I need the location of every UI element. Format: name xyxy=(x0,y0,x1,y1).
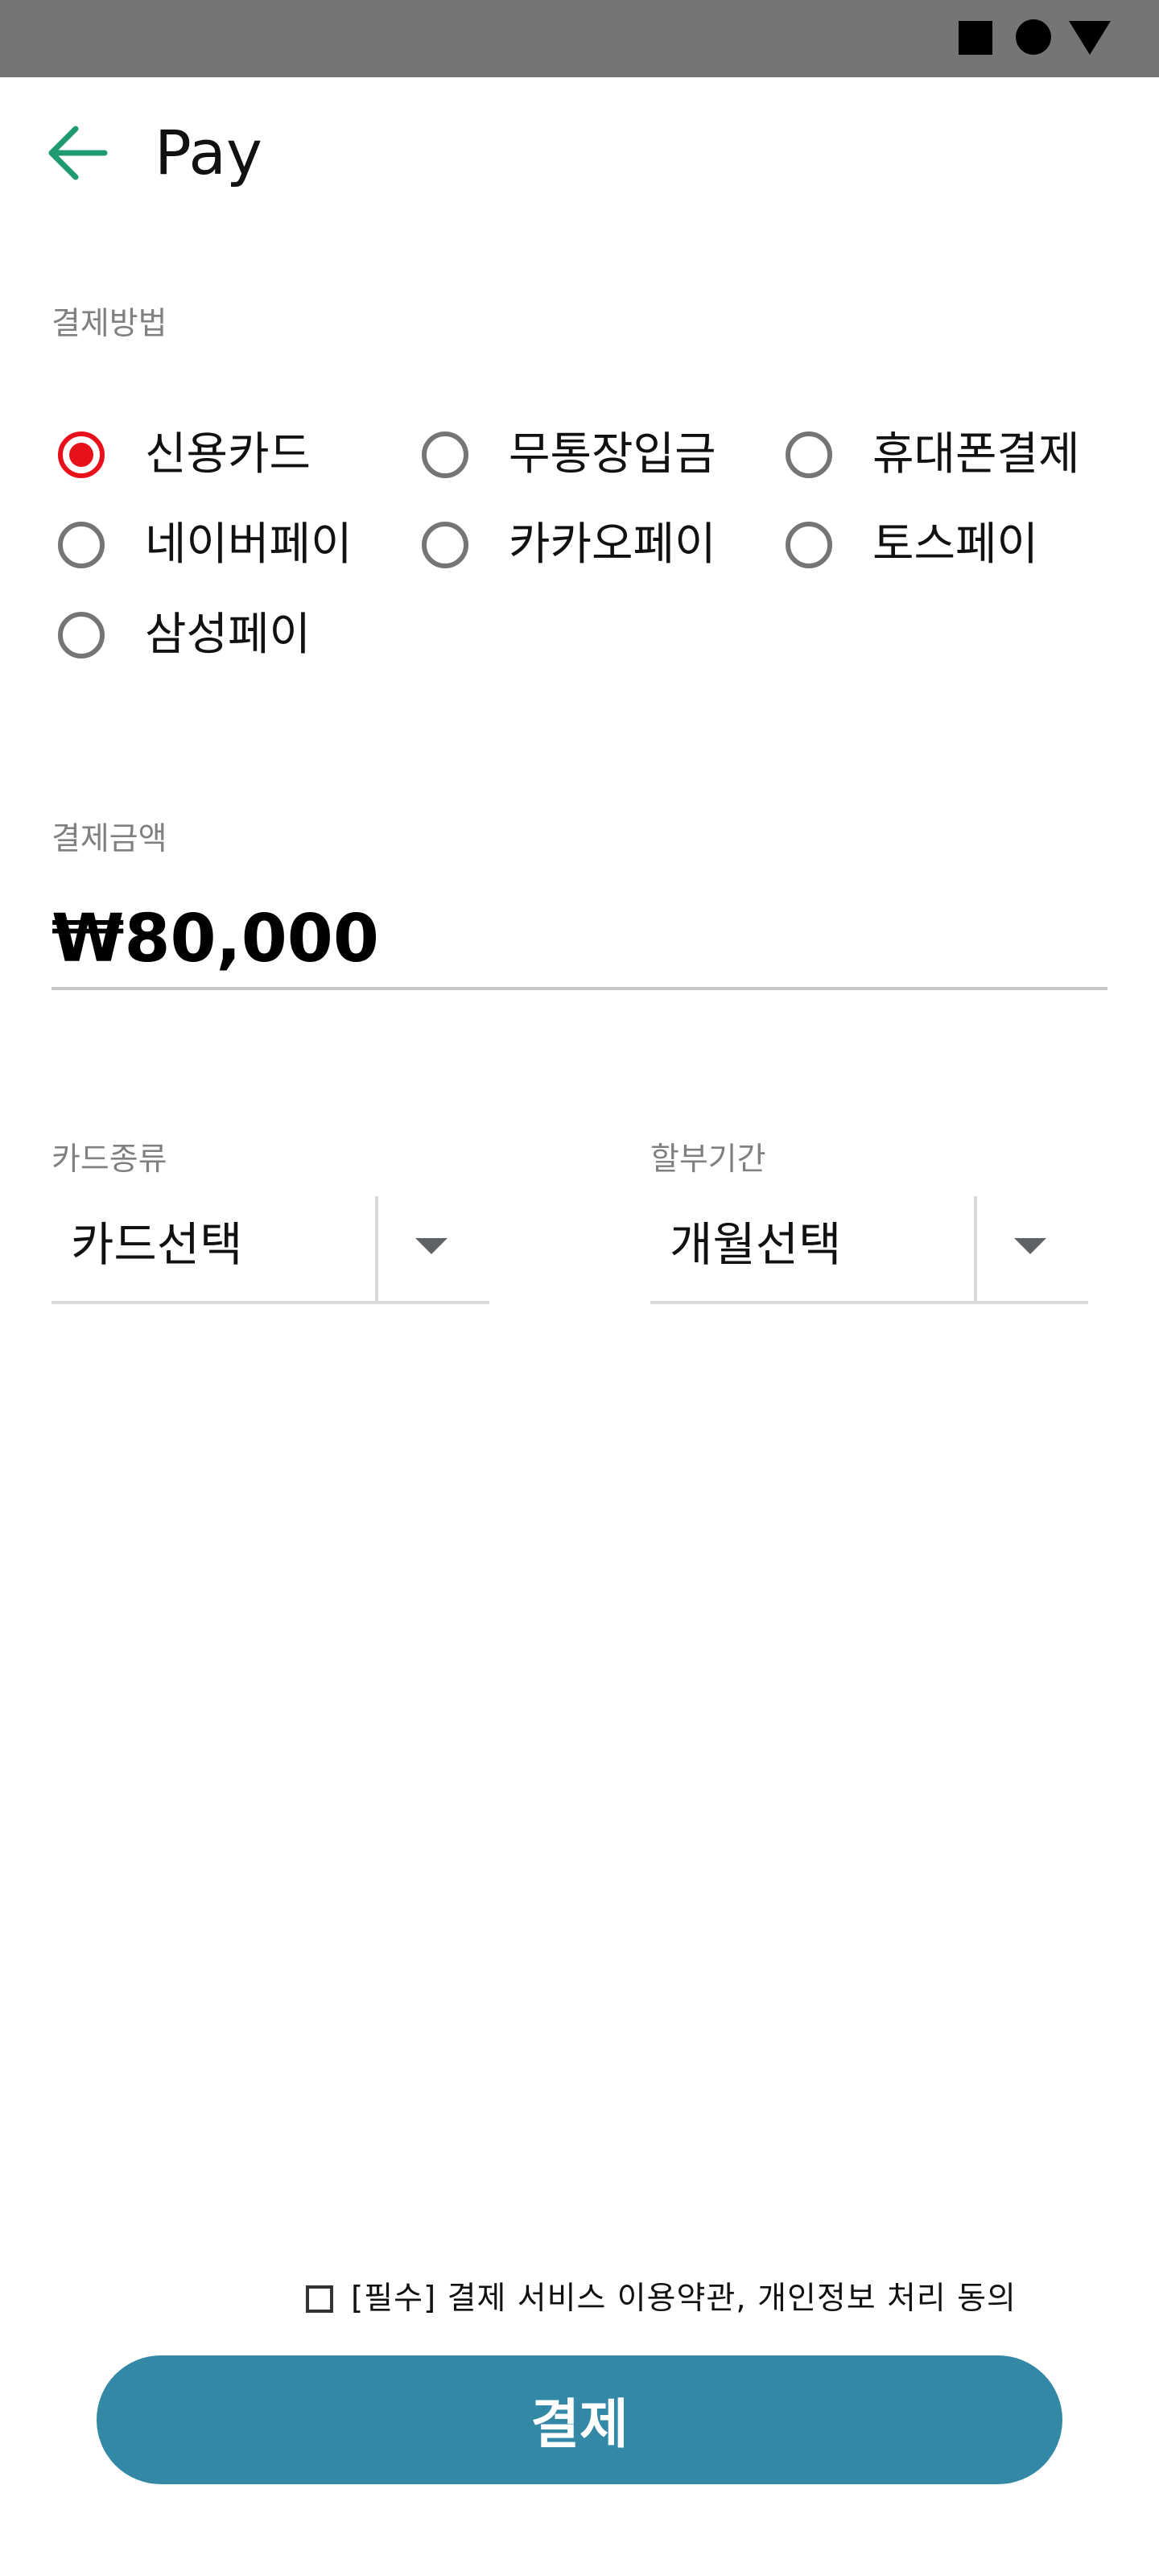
caret-down-icon xyxy=(415,1238,448,1254)
radio-label: 신용카드 xyxy=(145,428,311,481)
amount-underline xyxy=(52,987,1107,990)
radio-option-samsung-pay[interactable]: 삼성페이 xyxy=(58,599,311,671)
radio-label: 토스페이 xyxy=(872,518,1039,571)
radio-unchecked-icon xyxy=(58,612,105,658)
arrow-left-icon xyxy=(48,126,108,180)
agreement-row: [필수] 결제 서비스 이용약관, 개인정보 처리 동의 xyxy=(306,2275,1017,2323)
square-icon xyxy=(959,21,992,55)
caret-down-icon xyxy=(1014,1238,1046,1254)
radio-label: 네이버페이 xyxy=(145,518,353,571)
installment-dropdown[interactable]: 개월선택 xyxy=(650,1196,1088,1304)
radio-label: 휴대폰결제 xyxy=(872,428,1080,481)
radio-option-mobile-payment[interactable]: 휴대폰결제 xyxy=(786,419,1080,491)
card-type-dropdown[interactable]: 카드선택 xyxy=(52,1196,489,1304)
payment-method-label: 결제방법 xyxy=(52,306,167,342)
amount-value: ₩80,000 xyxy=(52,901,379,977)
triangle-icon xyxy=(1069,21,1111,55)
dropdown-divider xyxy=(375,1196,378,1301)
radio-checked-icon xyxy=(58,431,105,478)
installment-value: 개월선택 xyxy=(670,1217,842,1272)
radio-option-kakao-pay[interactable]: 카카오페이 xyxy=(422,509,716,581)
installment-label: 할부기간 xyxy=(650,1141,766,1178)
card-type-label: 카드종류 xyxy=(52,1141,167,1178)
radio-unchecked-icon xyxy=(58,522,105,568)
radio-label: 무통장입금 xyxy=(509,428,716,481)
card-type-value: 카드선택 xyxy=(71,1217,243,1272)
pay-button[interactable]: 결제 xyxy=(97,2355,1062,2484)
agreement-text: [필수] 결제 서비스 이용약관, 개인정보 처리 동의 xyxy=(351,2281,1017,2317)
payment-screen: Pay 결제방법 신용카드 무통장입금 휴대폰결제 네이버페이 카카오페이 토스… xyxy=(0,0,1159,2576)
radio-option-naver-pay[interactable]: 네이버페이 xyxy=(58,509,353,581)
page-title: Pay xyxy=(155,117,262,188)
radio-label: 카카오페이 xyxy=(509,518,716,571)
dropdown-divider xyxy=(974,1196,977,1301)
back-button[interactable] xyxy=(42,121,114,185)
amount-label: 결제금액 xyxy=(52,821,167,857)
radio-option-toss-pay[interactable]: 토스페이 xyxy=(786,509,1038,581)
radio-option-credit-card[interactable]: 신용카드 xyxy=(58,419,311,491)
circle-icon xyxy=(1016,19,1051,55)
radio-unchecked-icon xyxy=(786,522,832,568)
radio-unchecked-icon xyxy=(786,431,832,478)
agreement-checkbox[interactable] xyxy=(306,2285,333,2313)
radio-unchecked-icon xyxy=(422,522,468,568)
status-bar xyxy=(0,0,1159,77)
radio-unchecked-icon xyxy=(422,431,468,478)
radio-option-bank-transfer[interactable]: 무통장입금 xyxy=(422,419,716,491)
radio-label: 삼성페이 xyxy=(145,609,311,661)
